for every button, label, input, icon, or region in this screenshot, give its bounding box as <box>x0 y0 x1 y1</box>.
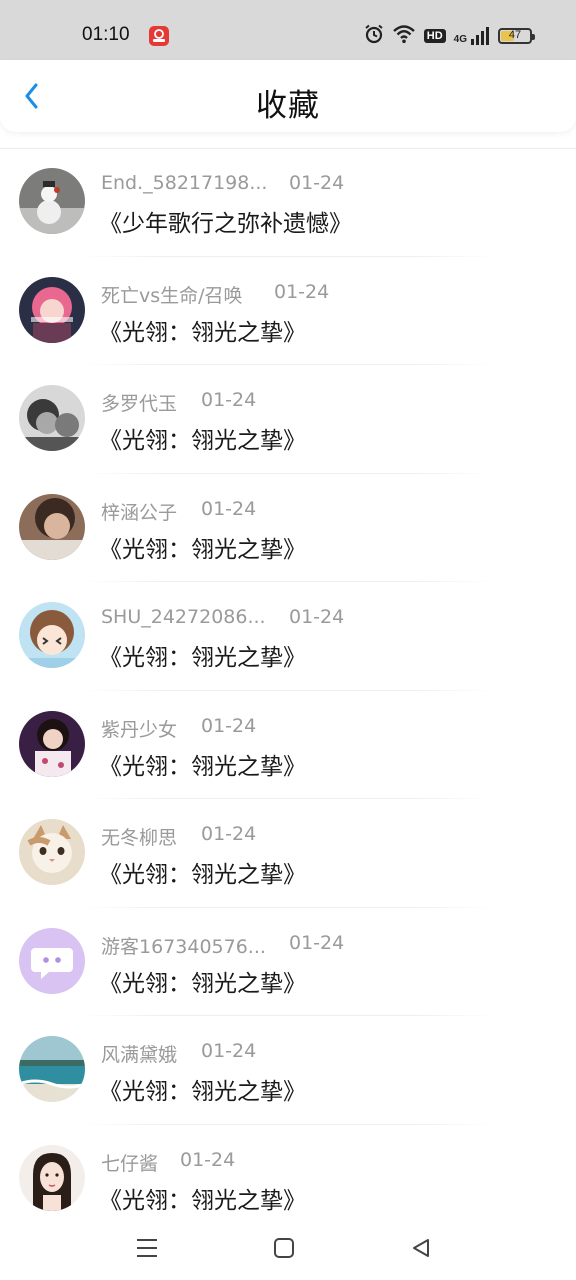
menu-icon <box>137 1239 157 1257</box>
favorite-title[interactable]: 《光翎：翎光之挚》 <box>99 1072 306 1106</box>
username[interactable]: End._58217198... <box>101 172 267 194</box>
alarm-icon <box>364 24 384 48</box>
date: 01-24 <box>289 606 345 628</box>
list-item[interactable]: 游客167340576... 01-24 《光翎：翎光之挚》 <box>0 908 576 1016</box>
signal-icon: 4G <box>454 27 490 45</box>
list-item[interactable]: 梓涵公子 01-24 《光翎：翎光之挚》 <box>0 474 576 582</box>
favorite-title[interactable]: 《光翎：翎光之挚》 <box>99 530 306 564</box>
battery-indicator: 47 <box>498 28 535 44</box>
username[interactable]: 游客167340576... <box>101 932 266 959</box>
date: 01-24 <box>201 497 257 520</box>
favorite-title[interactable]: 《光翎：翎光之挚》 <box>99 855 306 889</box>
avatar[interactable] <box>19 602 85 668</box>
username[interactable]: 无冬柳思 <box>101 823 177 850</box>
nav-back-button[interactable] <box>405 1232 437 1264</box>
home-button[interactable] <box>268 1232 300 1264</box>
avatar[interactable] <box>19 385 85 451</box>
wifi-icon <box>392 24 416 48</box>
favorite-title[interactable]: 《光翎：翎光之挚》 <box>99 964 306 998</box>
page-title: 收藏 <box>256 88 320 124</box>
recent-apps-button[interactable] <box>131 1232 163 1264</box>
avatar[interactable] <box>19 276 85 343</box>
avatar[interactable] <box>19 927 85 994</box>
username[interactable]: 紫丹少女 <box>101 715 177 742</box>
date: 01-24 <box>201 714 257 737</box>
username[interactable]: 多罗代玉 <box>101 389 177 416</box>
battery-level: 47 <box>508 29 522 41</box>
username[interactable]: 风满黛娥 <box>101 1040 177 1067</box>
hd-badge: HD <box>423 29 446 43</box>
triangle-back-icon <box>413 1239 429 1257</box>
date: 01-24 <box>180 1148 236 1171</box>
list-item[interactable]: 死亡vs生命/召唤 01-24 《光翎：翎光之挚》 <box>0 257 576 365</box>
date: 01-24 <box>274 280 330 303</box>
username[interactable]: 梓涵公子 <box>101 498 177 525</box>
status-time: 01:10 <box>82 24 130 45</box>
date: 01-24 <box>289 931 345 954</box>
favorites-list: End._58217198... 01-24 《少年歌行之弥补遗憾》 死亡vs生… <box>0 148 576 1233</box>
list-item[interactable]: 风满黛娥 01-24 《光翎：翎光之挚》 <box>0 1016 576 1125</box>
network-type-label: 4G <box>453 34 467 45</box>
avatar[interactable] <box>19 493 85 560</box>
status-icons: HD 4G 47 <box>364 23 535 49</box>
favorite-title[interactable]: 《光翎：翎光之挚》 <box>99 313 306 347</box>
list-item[interactable]: SHU_24272086... 01-24 《光翎：翎光之挚》 <box>0 582 576 691</box>
date: 01-24 <box>201 389 257 411</box>
username[interactable]: 七仔酱 <box>101 1149 158 1176</box>
list-item[interactable]: 紫丹少女 01-24 《光翎：翎光之挚》 <box>0 691 576 799</box>
username[interactable]: SHU_24272086... <box>101 606 266 628</box>
favorite-title[interactable]: 《光翎：翎光之挚》 <box>99 747 306 781</box>
list-item[interactable]: 无冬柳思 01-24 《光翎：翎光之挚》 <box>0 799 576 908</box>
avatar[interactable] <box>19 1036 85 1102</box>
favorite-title[interactable]: 《光翎：翎光之挚》 <box>99 1181 306 1215</box>
list-item[interactable]: 七仔酱 01-24 《光翎：翎光之挚》 <box>0 1125 576 1234</box>
status-bar: 01:10 HD 4G 47 <box>0 0 576 60</box>
avatar[interactable] <box>19 819 85 885</box>
list-item[interactable]: End._58217198... 01-24 《少年歌行之弥补遗憾》 <box>0 148 576 257</box>
favorite-title[interactable]: 《少年歌行之弥补遗憾》 <box>99 204 352 238</box>
app-notification-icon <box>148 25 170 47</box>
favorite-title[interactable]: 《光翎：翎光之挚》 <box>99 421 306 455</box>
header: 收藏 <box>0 60 576 132</box>
username[interactable]: 死亡vs生命/召唤 <box>101 281 243 308</box>
date: 01-24 <box>201 823 257 845</box>
avatar[interactable] <box>19 710 85 777</box>
square-home-icon <box>274 1238 294 1258</box>
list-item[interactable]: 多罗代玉 01-24 《光翎：翎光之挚》 <box>0 365 576 474</box>
navigation-bar <box>0 1218 576 1280</box>
avatar[interactable] <box>19 1144 85 1211</box>
date: 01-24 <box>201 1040 257 1062</box>
favorite-title[interactable]: 《光翎：翎光之挚》 <box>99 638 306 672</box>
avatar[interactable] <box>19 168 85 234</box>
date: 01-24 <box>289 172 345 194</box>
